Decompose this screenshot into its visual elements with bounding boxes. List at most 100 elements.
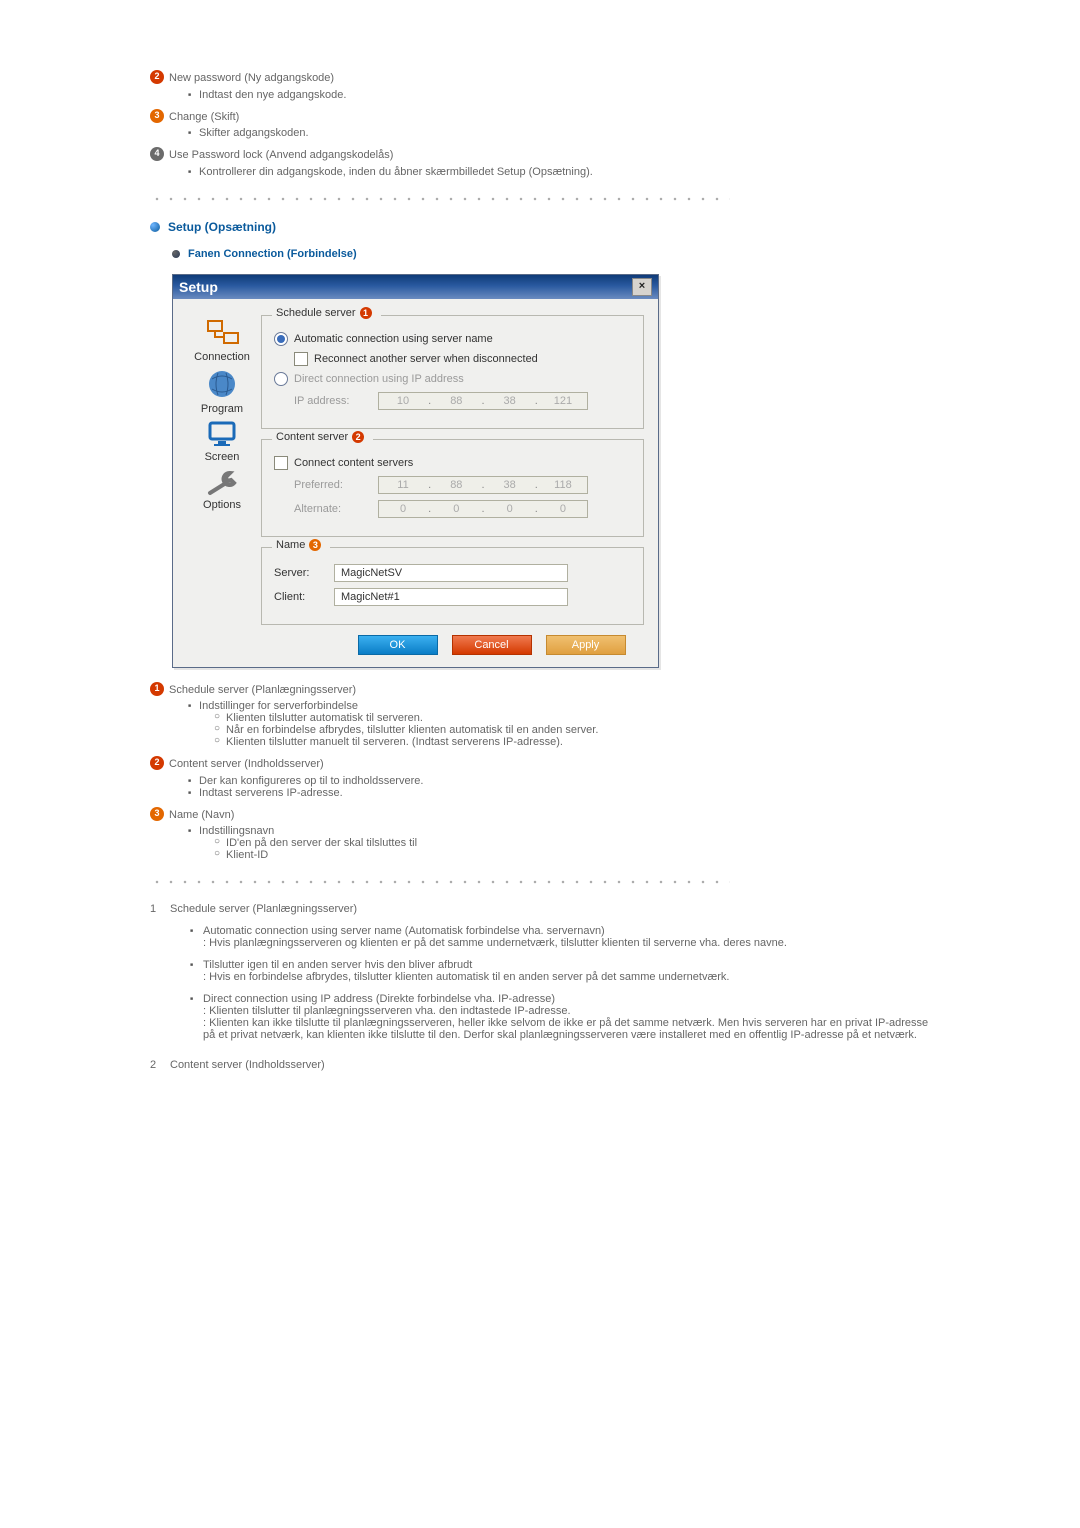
ip-seg: 0 bbox=[543, 503, 583, 515]
sublist: Indtast den nye adgangskode. bbox=[188, 89, 930, 101]
divider bbox=[150, 879, 730, 885]
fieldset-name: Name 3 Server: MagicNetSV Client: MagicN… bbox=[261, 547, 644, 625]
ip-input[interactable]: 11. 88. 38. 118 bbox=[378, 476, 588, 494]
text: Name (Navn) bbox=[169, 807, 234, 824]
item-change: 3 Change (Skift) bbox=[150, 109, 930, 126]
note-content-server: 2 Content server (Indholdsserver) bbox=[150, 756, 930, 773]
sub-sublist: ID'en på den server der skal tilsluttes … bbox=[214, 837, 930, 861]
checkbox-connect-content[interactable]: Connect content servers bbox=[274, 456, 631, 470]
badge-4-icon: 4 bbox=[150, 147, 164, 161]
subsection-title: Fanen Connection (Forbindelse) bbox=[188, 248, 357, 260]
para-body: : Klienten kan ikke tilslutte til planlæ… bbox=[203, 1017, 930, 1041]
connection-icon bbox=[202, 315, 242, 349]
radio-auto-connection[interactable]: Automatic connection using server name bbox=[274, 332, 631, 346]
wrench-icon bbox=[202, 467, 242, 497]
sublist: Indstillinger for serverforbindelse Klie… bbox=[188, 700, 930, 748]
para-title: Automatic connection using server name (… bbox=[203, 925, 930, 937]
badge-1-icon: 1 bbox=[360, 307, 372, 319]
radio-icon bbox=[274, 372, 288, 386]
bullet-icon bbox=[150, 222, 160, 232]
cancel-button[interactable]: Cancel bbox=[452, 635, 532, 655]
legend: Schedule server 1 bbox=[272, 307, 381, 319]
label: Automatic connection using server name bbox=[294, 333, 493, 345]
tab-label: Screen bbox=[205, 451, 240, 463]
number: 1 bbox=[150, 903, 170, 915]
checkbox-reconnect[interactable]: Reconnect another server when disconnect… bbox=[294, 352, 631, 366]
note-schedule-server: 1 Schedule server (Planlægningsserver) bbox=[150, 682, 930, 699]
ip-seg: 121 bbox=[543, 395, 583, 407]
para-title: Tilslutter igen til en anden server hvis… bbox=[203, 959, 930, 971]
text: Indstillingsnavn bbox=[188, 825, 930, 837]
detail-1-body: Automatic connection using server name (… bbox=[190, 925, 930, 1041]
client-name-input[interactable]: MagicNet#1 bbox=[334, 588, 568, 606]
legend-text: Name bbox=[276, 539, 305, 551]
text: Use Password lock (Anvend adgangskodelås… bbox=[169, 147, 393, 164]
tab-label: Program bbox=[201, 403, 243, 415]
label: Direct connection using IP address bbox=[294, 373, 464, 385]
radio-direct-connection[interactable]: Direct connection using IP address bbox=[274, 372, 631, 386]
globe-icon bbox=[202, 367, 242, 401]
ok-button[interactable]: OK bbox=[358, 635, 438, 655]
para-body: : Klienten tilslutter til planlægningsse… bbox=[203, 1005, 930, 1017]
bullet: Direct connection using IP address (Dire… bbox=[190, 993, 930, 1041]
item-new-password: 2 New password (Ny adgangskode) bbox=[150, 70, 930, 87]
ip-seg: 38 bbox=[490, 395, 530, 407]
detail-2: 2 Content server (Indholdsserver) bbox=[150, 1059, 930, 1071]
para-body: : Hvis en forbindelse afbrydes, tilslutt… bbox=[203, 971, 930, 983]
ip-seg: 118 bbox=[543, 479, 583, 491]
ip-input[interactable]: 10. 88. 38. 121 bbox=[378, 392, 588, 410]
bullet: Automatic connection using server name (… bbox=[190, 925, 930, 949]
tab-connection[interactable]: Connection bbox=[194, 315, 250, 363]
ip-seg: 88 bbox=[436, 479, 476, 491]
close-button[interactable]: × bbox=[632, 278, 652, 296]
legend: Content server 2 bbox=[272, 431, 373, 443]
text: New password (Ny adgangskode) bbox=[169, 70, 334, 87]
label: Preferred: bbox=[294, 479, 378, 491]
ip-address-row: IP address: 10. 88. 38. 121 bbox=[294, 392, 631, 410]
tab-label: Connection bbox=[194, 351, 250, 363]
label: IP address: bbox=[294, 395, 378, 407]
subsection-heading: Fanen Connection (Forbindelse) bbox=[172, 248, 930, 260]
dialog-buttons: OK Cancel Apply bbox=[339, 635, 644, 655]
setup-dialog: Setup × Connection Program Screen bbox=[172, 274, 659, 668]
fieldset-schedule-server: Schedule server 1 Automatic connection u… bbox=[261, 315, 644, 429]
apply-button[interactable]: Apply bbox=[546, 635, 626, 655]
note-name: 3 Name (Navn) bbox=[150, 807, 930, 824]
label: Client: bbox=[274, 591, 334, 603]
server-name-input[interactable]: MagicNetSV bbox=[334, 564, 568, 582]
tab-screen[interactable]: Screen bbox=[202, 419, 242, 463]
para-title: Direct connection using IP address (Dire… bbox=[203, 993, 930, 1005]
ip-seg: 0 bbox=[436, 503, 476, 515]
ip-seg: 0 bbox=[490, 503, 530, 515]
text: Der kan konfigureres op til to indholdss… bbox=[188, 775, 930, 787]
text: Content server (Indholdsserver) bbox=[169, 756, 324, 773]
text: Kontrollerer din adgangskode, inden du å… bbox=[188, 166, 930, 178]
title: Content server (Indholdsserver) bbox=[170, 1059, 325, 1071]
badge-3-icon: 3 bbox=[150, 807, 164, 821]
text: Klient-ID bbox=[214, 849, 930, 861]
number: 2 bbox=[150, 1059, 170, 1071]
text: Når en forbindelse afbrydes, tilslutter … bbox=[214, 724, 930, 736]
fieldset-content-server: Content server 2 Connect content servers… bbox=[261, 439, 644, 537]
ip-input[interactable]: 0. 0. 0. 0 bbox=[378, 500, 588, 518]
para-body: : Hvis planlægningsserveren og klienten … bbox=[203, 937, 930, 949]
badge-3-icon: 3 bbox=[150, 109, 164, 123]
text: Indtast serverens IP-adresse. bbox=[188, 787, 930, 799]
sublist: Kontrollerer din adgangskode, inden du å… bbox=[188, 166, 930, 178]
badge-1-icon: 1 bbox=[150, 682, 164, 696]
tab-program[interactable]: Program bbox=[201, 367, 243, 415]
legend-text: Schedule server bbox=[276, 307, 356, 319]
sublist: Skifter adgangskoden. bbox=[188, 127, 930, 139]
sublist: Der kan konfigureres op til to indholdss… bbox=[188, 775, 930, 799]
legend: Name 3 bbox=[272, 539, 330, 551]
badge-2-icon: 2 bbox=[352, 431, 364, 443]
title: Schedule server (Planlægningsserver) bbox=[170, 903, 357, 915]
tab-options[interactable]: Options bbox=[202, 467, 242, 511]
bullet: Tilslutter igen til en anden server hvis… bbox=[190, 959, 930, 983]
ip-seg: 88 bbox=[436, 395, 476, 407]
badge-2-icon: 2 bbox=[150, 756, 164, 770]
divider bbox=[150, 196, 730, 202]
server-name-row: Server: MagicNetSV bbox=[274, 564, 631, 582]
detail-1: 1 Schedule server (Planlægningsserver) bbox=[150, 903, 930, 915]
radio-icon bbox=[274, 332, 288, 346]
